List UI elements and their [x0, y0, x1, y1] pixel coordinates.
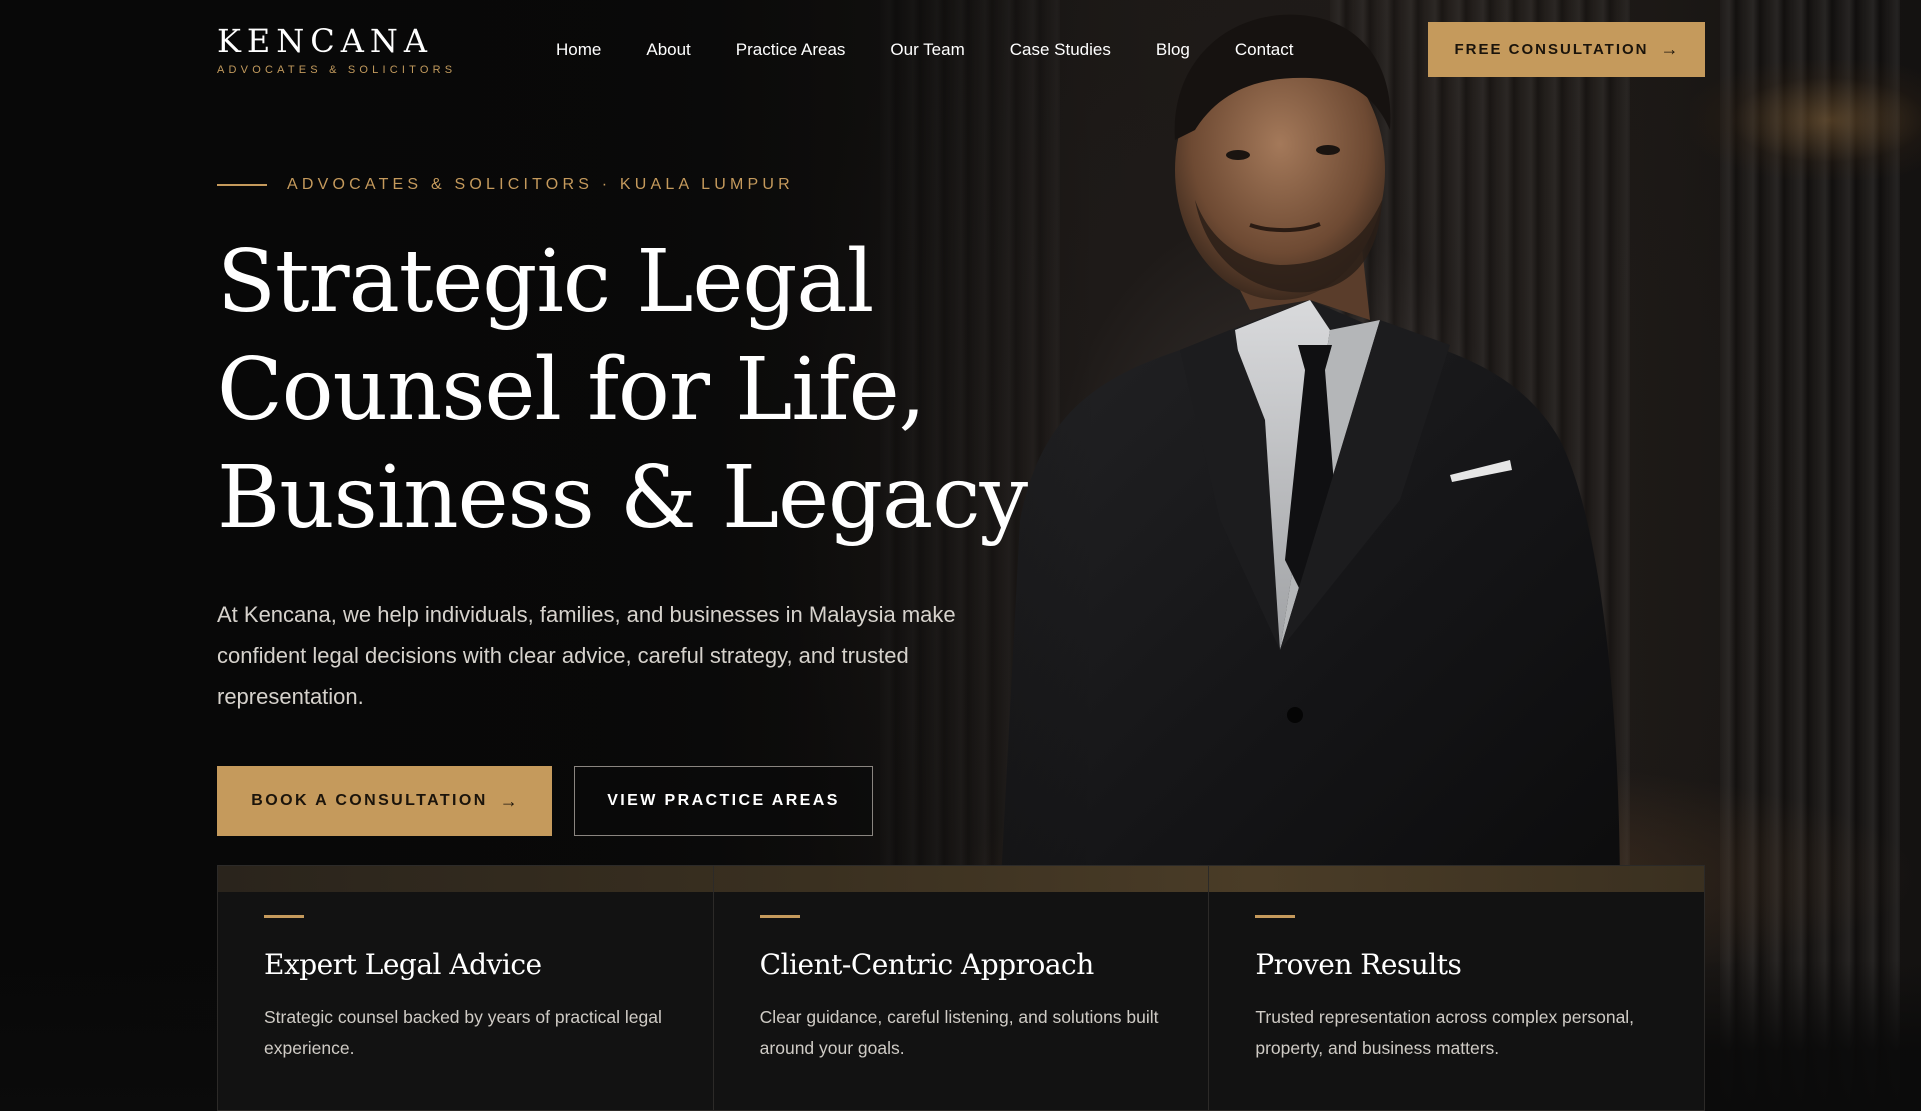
- book-consultation-label: BOOK A CONSULTATION: [251, 792, 488, 809]
- arrow-right-icon: →: [1660, 39, 1679, 59]
- nav-link-practice-areas[interactable]: Practice Areas: [736, 38, 846, 62]
- eyebrow-divider: [217, 184, 267, 186]
- feature-title: Client-Centric Approach: [759, 948, 1095, 981]
- nav-link-blog[interactable]: Blog: [1156, 38, 1190, 62]
- nav-link-case-studies[interactable]: Case Studies: [1010, 38, 1111, 62]
- features-panel: Expert Legal Advice Strategic counsel ba…: [217, 865, 1705, 1111]
- feature-description: Strategic counsel backed by years of pra…: [264, 1007, 662, 1058]
- eyebrow-text: ADVOCATES & SOLICITORS · KUALA LUMPUR: [287, 176, 794, 193]
- pillar-capital: [1690, 60, 1921, 180]
- arrow-right-icon: →: [499, 790, 518, 811]
- feature-title: Expert Legal Advice: [264, 948, 542, 981]
- feature-accent-line: [759, 915, 800, 918]
- feature-card: Proven Results Trusted representation ac…: [1208, 866, 1704, 1110]
- hero-title-line: Business & Legacy: [217, 448, 1028, 548]
- hero-description: At Kencana, we help individuals, familie…: [217, 602, 956, 709]
- hero-eyebrow: ADVOCATES & SOLICITORS · KUALA LUMPUR: [217, 176, 794, 194]
- feature-card: Expert Legal Advice Strategic counsel ba…: [218, 866, 713, 1110]
- nav-link-about[interactable]: About: [646, 38, 690, 62]
- view-practice-areas-button[interactable]: VIEW PRACTICE AREAS: [574, 766, 873, 836]
- main-navigation: Home About Practice Areas Our Team Case …: [556, 38, 1338, 62]
- nav-link-home[interactable]: Home: [556, 38, 601, 62]
- view-practice-areas-label: VIEW PRACTICE AREAS: [607, 792, 840, 809]
- site-logo[interactable]: KENCANA ADVOCATES & SOLICITORS: [217, 22, 456, 76]
- feature-accent-line: [1255, 915, 1296, 918]
- logo-tagline: ADVOCATES & SOLICITORS: [217, 64, 457, 76]
- feature-description: Clear guidance, careful listening, and s…: [759, 1007, 1159, 1058]
- book-consultation-button[interactable]: BOOK A CONSULTATION →: [217, 766, 552, 836]
- nav-link-our-team[interactable]: Our Team: [890, 38, 964, 62]
- free-consultation-label: FREE CONSULTATION: [1454, 41, 1649, 58]
- feature-accent-line: [264, 915, 304, 918]
- hero-title-line: Counsel for Life,: [217, 340, 926, 440]
- hero-title: Strategic Legal Counsel for Life, Busine…: [217, 228, 1028, 552]
- feature-card: Client-Centric Approach Clear guidance, …: [712, 866, 1209, 1110]
- feature-title: Proven Results: [1255, 948, 1462, 981]
- feature-description: Trusted representation across complex pe…: [1255, 1007, 1635, 1058]
- logo-wordmark: KENCANA: [217, 22, 433, 60]
- nav-link-contact[interactable]: Contact: [1235, 38, 1294, 62]
- hero-title-line: Strategic Legal: [217, 232, 874, 332]
- free-consultation-button[interactable]: FREE CONSULTATION →: [1428, 22, 1705, 77]
